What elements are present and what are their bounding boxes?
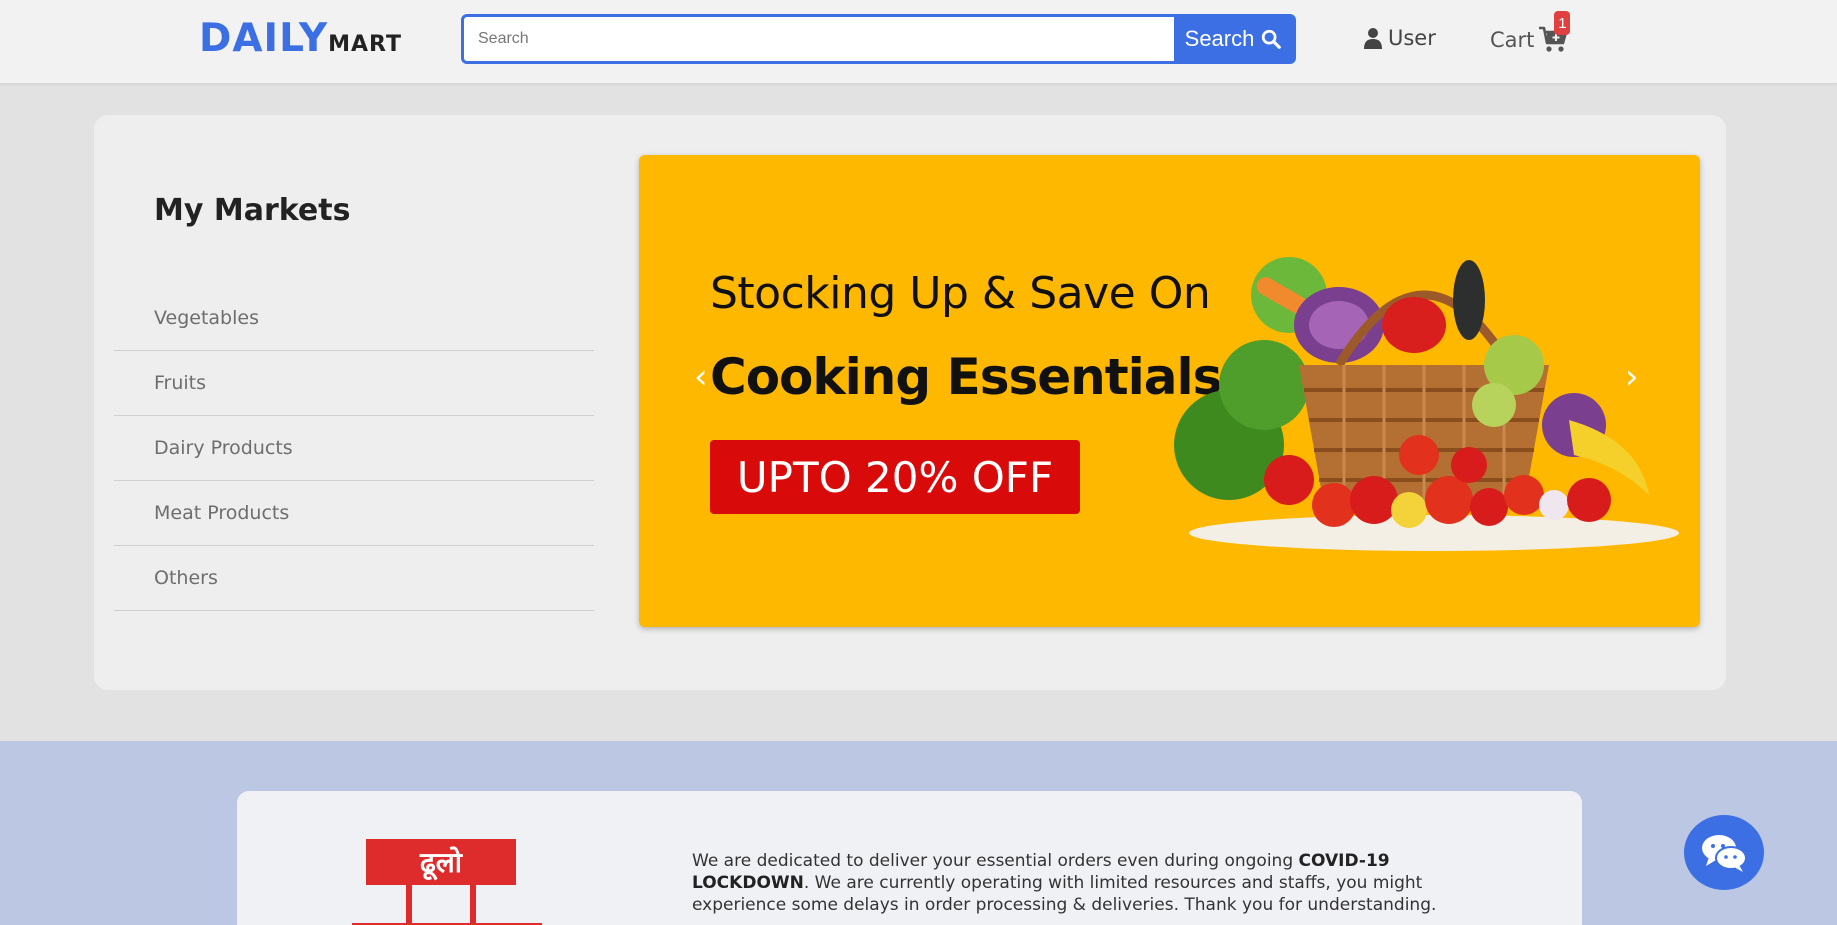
search-input[interactable] xyxy=(464,17,1174,61)
notice-covid: COVID-19 xyxy=(1298,851,1390,871)
market-item-dairy-products[interactable]: Dairy Products xyxy=(114,416,594,481)
store-logo: ढूलो xyxy=(352,839,542,925)
top-header: DAILYMART Search User Cart xyxy=(0,0,1837,84)
market-item-vegetables[interactable]: Vegetables xyxy=(114,286,594,351)
search-button[interactable]: Search xyxy=(1174,17,1293,61)
store-logo-text: ढूलो xyxy=(419,846,464,881)
banner-offer-badge: UPTO 20% OFF xyxy=(710,440,1080,514)
carousel-prev-icon[interactable]: ‹ xyxy=(694,360,708,394)
cart-link[interactable]: Cart 1 xyxy=(1490,11,1571,55)
chat-button[interactable] xyxy=(1684,815,1764,890)
market-item-others[interactable]: Others xyxy=(114,546,594,611)
info-section: ढूलो We are dedicated to deliver your es… xyxy=(0,741,1837,925)
markets-title: My Markets xyxy=(154,193,351,228)
chat-icon xyxy=(1702,834,1747,872)
search-button-label: Search xyxy=(1184,26,1255,51)
user-menu[interactable]: User xyxy=(1364,26,1436,50)
cart-count-badge: 1 xyxy=(1554,11,1571,35)
hero-section: My Markets Vegetables Fruits Dairy Produ… xyxy=(94,115,1726,690)
grocery-basket-image xyxy=(1174,257,1679,551)
notice-text-start: We are dedicated to deliver your essenti… xyxy=(692,851,1299,871)
notice-text: We are dedicated to deliver your essenti… xyxy=(692,850,1472,916)
notice-card: ढूलो We are dedicated to deliver your es… xyxy=(237,791,1582,925)
user-icon xyxy=(1364,28,1382,49)
banner-subheadline: Cooking Essentials xyxy=(710,348,1222,406)
search-bar: Search xyxy=(461,14,1296,64)
cart-label: Cart xyxy=(1490,28,1535,52)
notice-text-end: . We are currently operating with limite… xyxy=(692,873,1437,915)
market-item-meat-products[interactable]: Meat Products xyxy=(114,481,594,546)
notice-lockdown: LOCKDOWN xyxy=(692,873,804,893)
market-item-fruits[interactable]: Fruits xyxy=(114,351,594,416)
promo-banner[interactable]: Stocking Up & Save On Cooking Essentials… xyxy=(639,155,1700,627)
carousel-next-icon[interactable]: › xyxy=(1625,360,1639,394)
cart-icon-wrap: 1 xyxy=(1538,11,1571,55)
markets-list: Vegetables Fruits Dairy Products Meat Pr… xyxy=(114,286,594,611)
user-label: User xyxy=(1388,26,1436,50)
search-icon xyxy=(1262,29,1282,49)
logo-sub-text: MART xyxy=(328,32,402,57)
logo-main-text: DAILY xyxy=(199,16,329,61)
site-logo[interactable]: DAILYMART xyxy=(199,16,402,61)
banner-headline: Stocking Up & Save On xyxy=(710,268,1211,319)
